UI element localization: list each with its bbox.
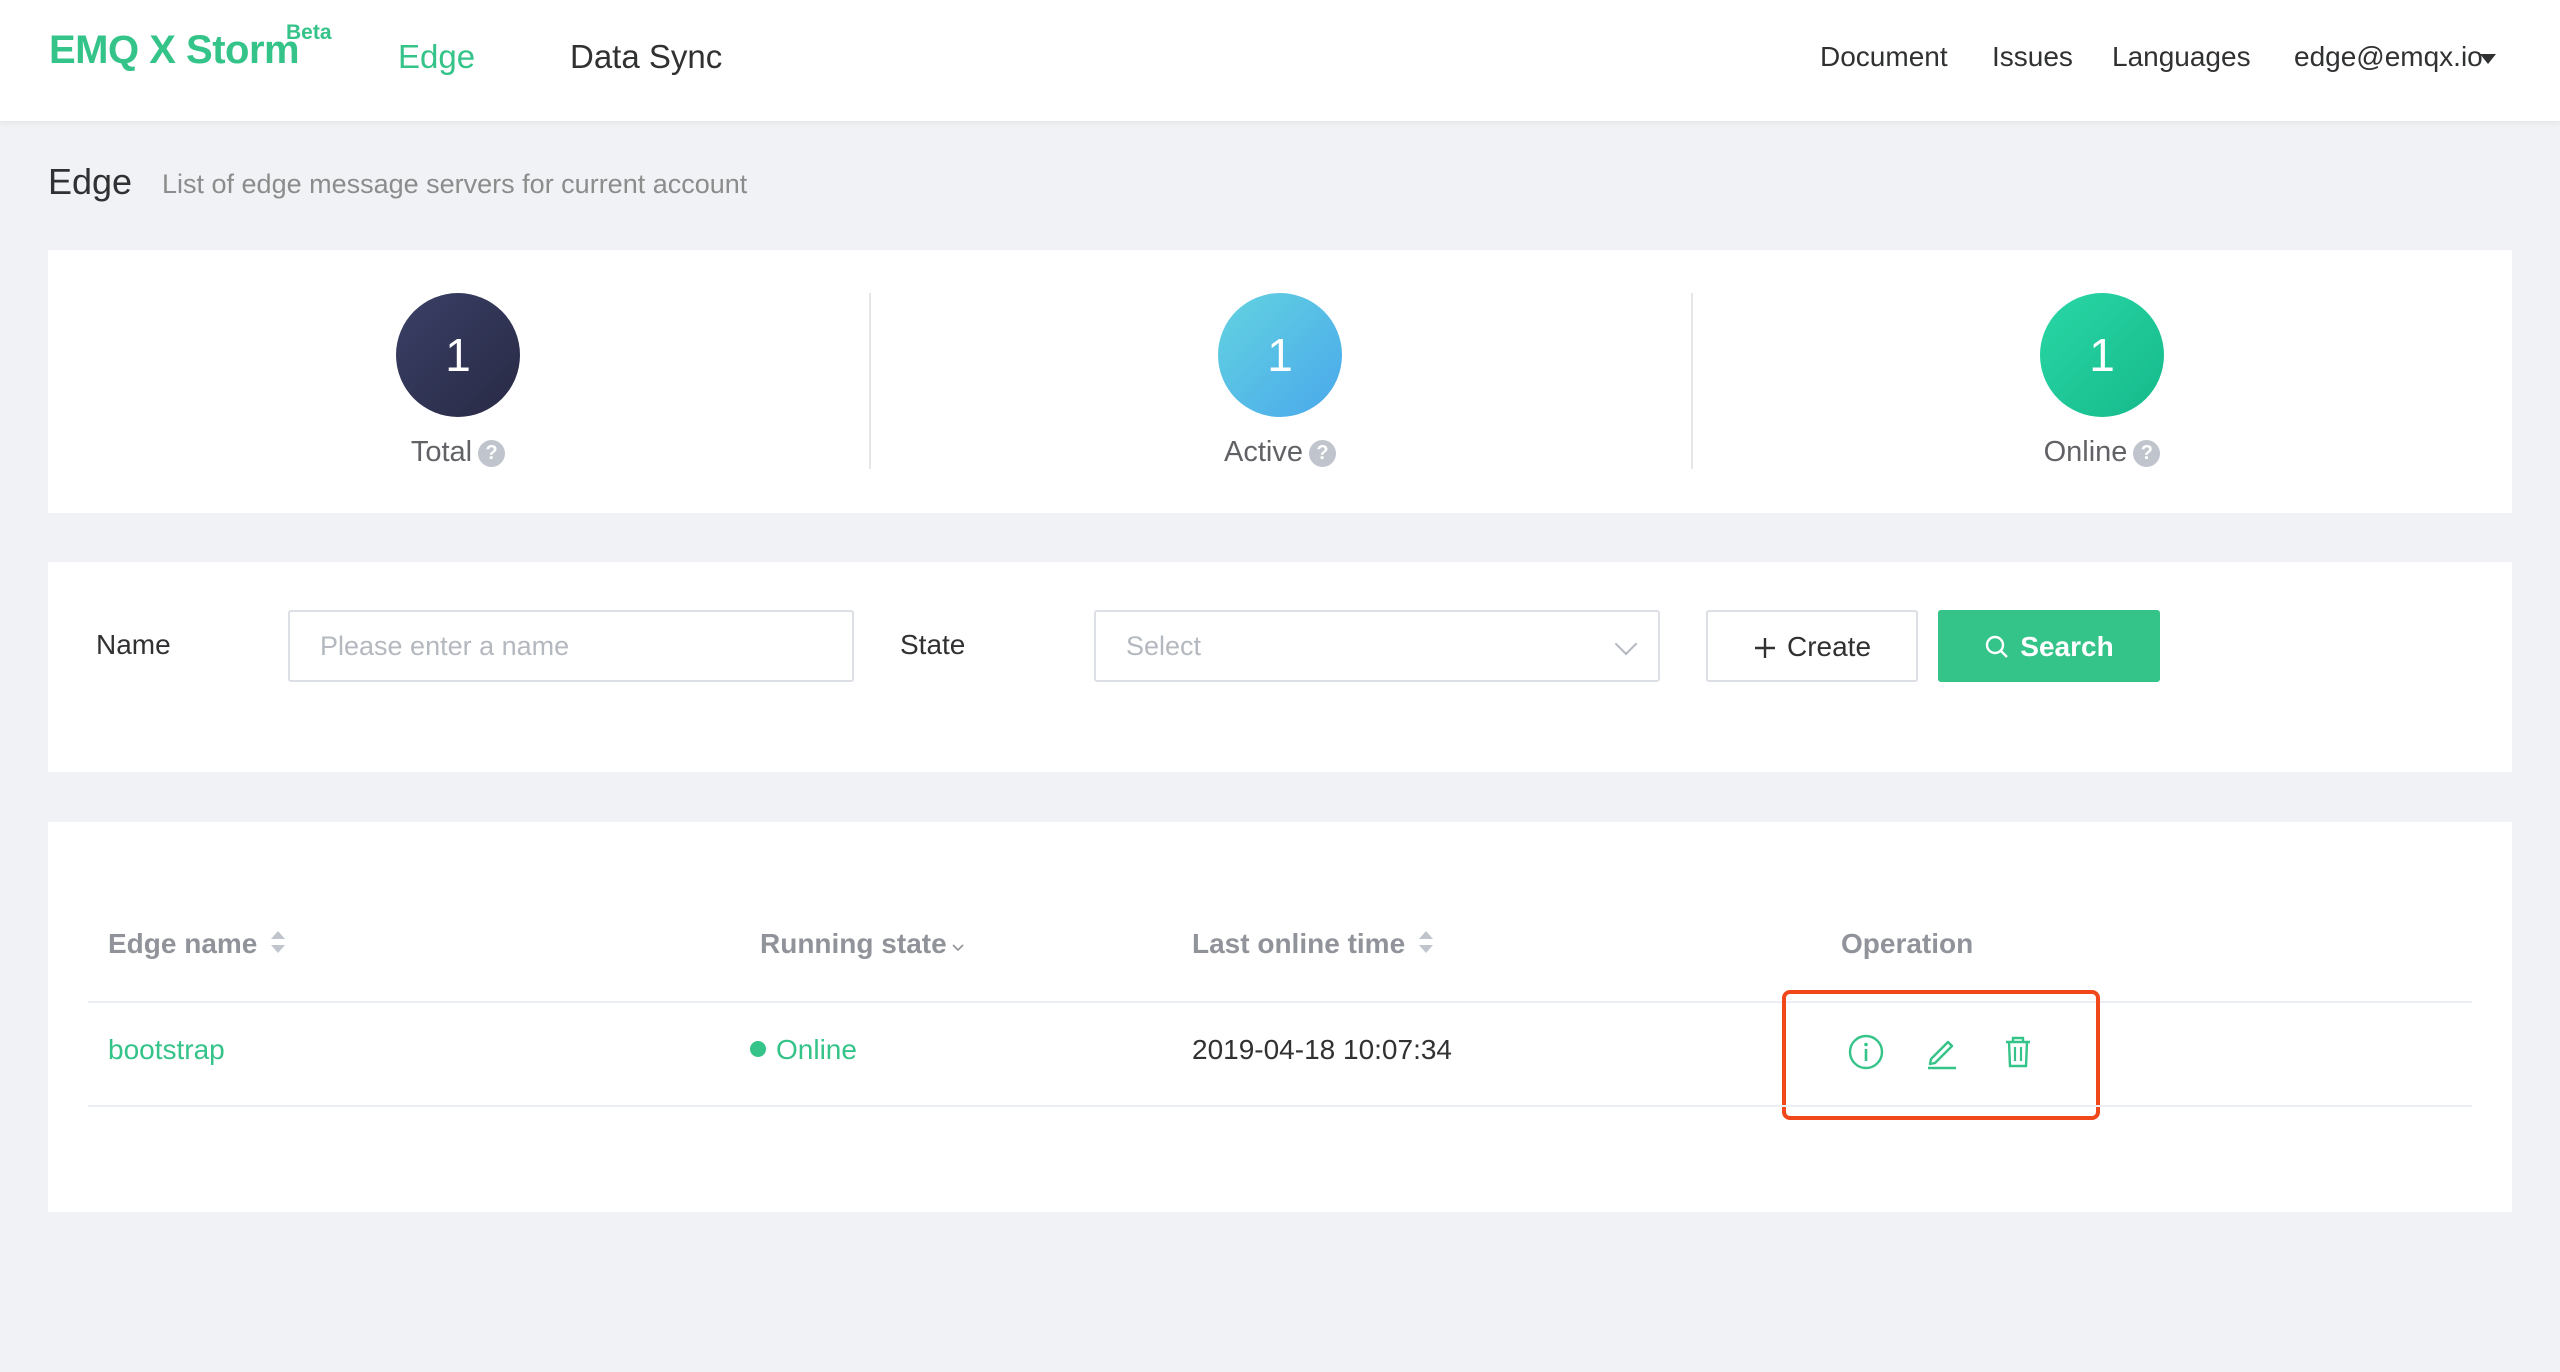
top-header: EMQ X Storm Beta Edge Data Sync Document… <box>0 0 2560 121</box>
column-header-running-state[interactable]: Running state <box>760 928 965 960</box>
search-button-label: Search <box>2020 631 2114 662</box>
user-menu[interactable]: edge@emqx.io <box>2294 41 2483 73</box>
row-divider <box>88 1105 2472 1107</box>
state-select[interactable]: Select <box>1094 610 1660 682</box>
operation-highlight-box <box>1782 990 2100 1120</box>
stat-active: 1 Active? <box>870 250 1690 513</box>
state-label: State <box>900 629 966 660</box>
app-logo[interactable]: EMQ X Storm <box>49 28 300 73</box>
column-header-edge-name[interactable]: Edge name <box>108 928 287 960</box>
status-dot-icon <box>750 1041 766 1057</box>
stat-online-circle: 1 <box>2040 293 2164 417</box>
stat-total-label: Total <box>410 436 473 468</box>
stat-total: 1 Total? <box>48 250 868 513</box>
issues-link[interactable]: Issues <box>1992 41 2073 73</box>
edge-table: Edge name Running state Last online time… <box>48 822 2512 1212</box>
chevron-down-icon <box>1614 632 1638 656</box>
state-select-placeholder: Select <box>1126 631 1202 661</box>
stat-total-circle: 1 <box>396 293 520 417</box>
column-header-operation: Operation <box>1841 928 1974 959</box>
search-button[interactable]: Search <box>1938 610 2160 682</box>
beta-badge: Beta <box>286 21 332 44</box>
page-title: Edge <box>48 161 133 202</box>
stat-active-label: Active <box>1224 436 1303 468</box>
document-link[interactable]: Document <box>1820 41 1948 73</box>
page-subtitle: List of edge message servers for current… <box>162 169 748 199</box>
languages-link[interactable]: Languages <box>2112 41 2251 73</box>
stat-online: 1 Online? <box>1692 250 2512 513</box>
running-state: Online <box>750 1034 857 1066</box>
sort-icon[interactable] <box>269 929 287 955</box>
create-button[interactable]: Create <box>1706 610 1918 682</box>
help-icon[interactable]: ? <box>1308 440 1336 467</box>
filter-card: Name Please enter a name State Select Cr… <box>48 562 2512 772</box>
edge-name-link[interactable]: bootstrap <box>108 1034 225 1066</box>
stats-card: 1 Total? 1 Active? 1 Online? <box>48 250 2512 513</box>
create-button-label: Create <box>1786 631 1872 662</box>
caret-down-icon[interactable] <box>2480 54 2496 64</box>
help-icon[interactable]: ? <box>2133 440 2161 467</box>
stat-active-circle: 1 <box>1218 293 1342 417</box>
filter-chevron-icon[interactable] <box>951 941 965 955</box>
help-icon[interactable]: ? <box>478 440 506 467</box>
nav-edge[interactable]: Edge <box>398 38 475 76</box>
search-icon <box>1986 635 2009 658</box>
column-header-last-online-time[interactable]: Last online time <box>1192 928 1435 960</box>
name-label: Name <box>96 629 171 660</box>
header-divider <box>88 1001 2472 1003</box>
last-online-time: 2019-04-18 10:07:34 <box>1192 1034 1452 1065</box>
stat-online-label: Online <box>2043 436 2128 468</box>
plus-icon <box>1754 638 1775 658</box>
sort-icon[interactable] <box>1417 929 1435 955</box>
name-input[interactable]: Please enter a name <box>288 610 854 682</box>
nav-data-sync[interactable]: Data Sync <box>570 38 722 76</box>
